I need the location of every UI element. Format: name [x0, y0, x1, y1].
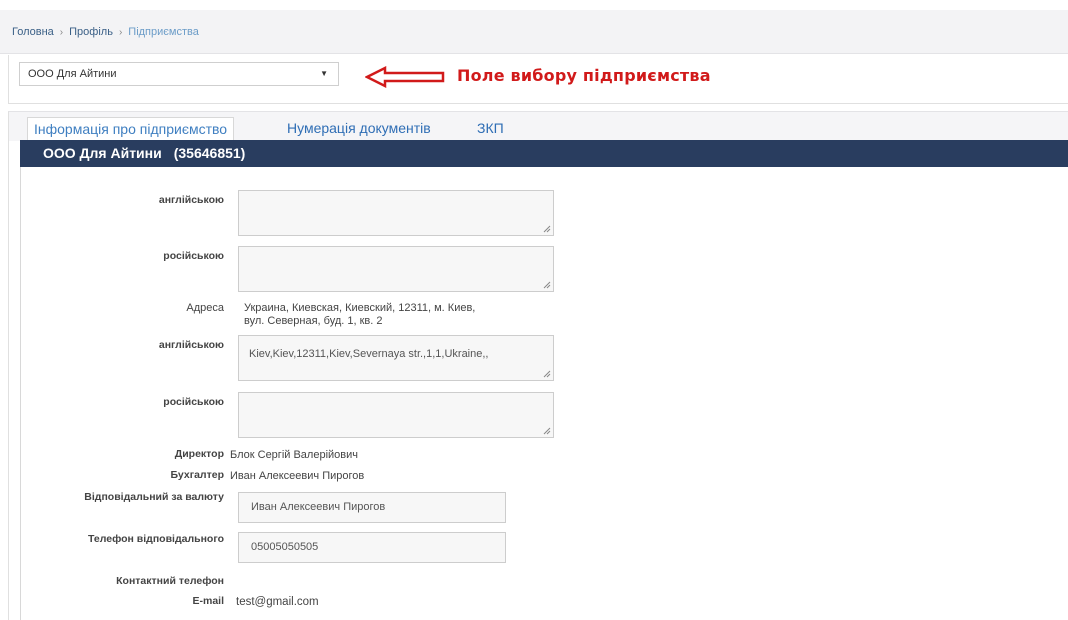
address-en-label: англійською	[158, 339, 224, 351]
address-en-value: Kiev,Kiev,12311,Kiev,Severnaya str.,1,1,…	[249, 348, 489, 360]
breadcrumb: Головна › Профіль › Підприємства	[0, 10, 1068, 54]
accountant-value: Иван Алексеевич Пирогов	[230, 470, 365, 482]
left-arrow-icon	[365, 66, 445, 88]
name-en-textarea[interactable]	[238, 190, 554, 236]
resize-grip-icon[interactable]	[543, 225, 551, 233]
breadcrumb-current: Підприємства	[128, 26, 199, 38]
contact-phone-label: Контактний телефон	[116, 575, 224, 587]
address-en-textarea[interactable]: Kiev,Kiev,12311,Kiev,Severnaya str.,1,1,…	[238, 335, 554, 381]
company-select-value: ООО Для Айтини	[28, 68, 117, 80]
email-value: test@gmail.com	[236, 596, 319, 608]
panel-border	[8, 140, 9, 620]
tab-bar: Інформація про підприємство Нумерація до…	[8, 111, 1068, 141]
responsible-phone-field[interactable]: 05005050505	[238, 532, 506, 563]
address-ru-label: російською	[163, 396, 224, 408]
currency-responsible-label: Відповідальний за валюту	[84, 491, 224, 503]
company-code: (35646851)	[173, 145, 246, 161]
breadcrumb-home-link[interactable]: Головна	[12, 26, 54, 38]
content-border	[20, 167, 21, 620]
name-en-label: англійською	[158, 194, 224, 206]
address-label: Адреса	[186, 302, 224, 314]
address-line-2: вул. Северная, буд. 1, кв. 2	[244, 315, 383, 327]
address-line-1: Украина, Киевская, Киевский, 12311, м. К…	[244, 302, 476, 314]
name-ru-label: російською	[163, 250, 224, 262]
currency-responsible-field[interactable]: Иван Алексеевич Пирогов	[238, 492, 506, 523]
breadcrumb-separator: ›	[59, 27, 64, 38]
company-select[interactable]: ООО Для Айтини ▼	[19, 62, 339, 86]
breadcrumb-separator: ›	[118, 27, 123, 38]
company-name: ООО Для Айтини	[43, 145, 162, 161]
chevron-down-icon: ▼	[320, 69, 328, 78]
name-ru-textarea[interactable]	[238, 246, 554, 292]
accountant-label: Бухгалтер	[170, 469, 225, 481]
email-label: E-mail	[192, 595, 224, 607]
tab-zkp[interactable]: ЗКП	[471, 117, 510, 141]
breadcrumb-profile-link[interactable]: Профіль	[69, 26, 113, 38]
top-band	[0, 0, 1068, 10]
director-label: Директор	[174, 448, 224, 460]
resize-grip-icon[interactable]	[543, 427, 551, 435]
resize-grip-icon[interactable]	[543, 281, 551, 289]
annotation-label: Поле вибору підприємства	[457, 66, 711, 85]
tab-company-info[interactable]: Інформація про підприємство	[27, 117, 235, 141]
tab-document-numbering[interactable]: Нумерація документів	[281, 117, 437, 141]
director-value: Блок Сергій Валерійович	[230, 449, 358, 461]
resize-grip-icon[interactable]	[543, 370, 551, 378]
responsible-phone-label: Телефон відповідального	[87, 533, 224, 545]
address-ru-textarea[interactable]	[238, 392, 554, 438]
company-header: ООО Для Айтини (35646851)	[20, 140, 1068, 167]
